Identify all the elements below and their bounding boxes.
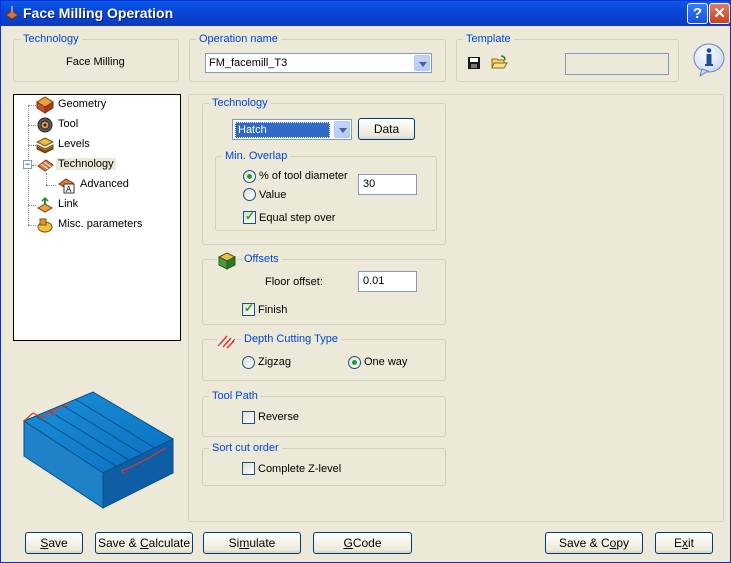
offsets-group: Offsets Floor offset: 0.01 Finish	[202, 251, 446, 325]
tree-label: Advanced	[80, 178, 129, 190]
complete-z-level-checkbox[interactable]	[242, 462, 255, 475]
floor-offset-label: Floor offset:	[265, 276, 323, 288]
data-button[interactable]: Data	[358, 118, 415, 140]
app-icon	[5, 6, 19, 20]
svg-text:A: A	[66, 185, 72, 194]
depth-cutting-type-group: Depth Cutting Type Zigzag One way	[202, 332, 446, 381]
link-icon	[36, 196, 54, 213]
save-button[interactable]: Save	[25, 532, 83, 554]
sort-cut-order-group: Sort cut order Complete Z-level	[202, 441, 446, 486]
offsets-icon	[217, 251, 237, 271]
help-button[interactable]: ?	[687, 3, 708, 24]
technology-icon	[37, 159, 54, 172]
finish-label: Finish	[258, 304, 288, 316]
technology-header-group: Technology Face Milling	[13, 32, 179, 82]
reverse-checkbox[interactable]	[242, 411, 255, 424]
tree-label: Levels	[58, 138, 90, 150]
tool-icon	[37, 117, 53, 133]
simulate-button[interactable]: Simulate	[203, 532, 301, 554]
complete-z-level-label: Complete Z-level	[258, 463, 342, 475]
tree-label: Link	[58, 198, 79, 210]
technology-header-legend: Technology	[20, 32, 82, 46]
open-template-icon[interactable]	[491, 55, 508, 70]
tree-label: Tool	[58, 118, 79, 130]
tool-path-group: Tool Path Reverse	[202, 389, 446, 437]
technology-legend: Technology	[209, 96, 271, 110]
gcode-button[interactable]: GCode	[313, 532, 412, 554]
collapse-toggle[interactable]: −	[23, 160, 32, 169]
percent-tool-diameter-label: % of tool diameter	[259, 170, 348, 182]
chevron-down-icon[interactable]	[414, 55, 430, 71]
close-button[interactable]: ✕	[709, 3, 730, 24]
overlap-value-field[interactable]: 30	[358, 174, 417, 195]
face-milling-preview-image	[22, 391, 175, 509]
zigzag-label: Zigzag	[258, 356, 292, 368]
percent-tool-diameter-radio[interactable]	[243, 170, 256, 183]
equal-step-over-checkbox[interactable]	[243, 209, 256, 224]
misc-parameters-icon	[37, 218, 53, 233]
advanced-icon: A	[58, 178, 75, 194]
one-way-radio[interactable]	[348, 356, 361, 369]
value-radio[interactable]	[243, 188, 256, 201]
operation-name-group: Operation name FM_facemill_T3	[189, 32, 446, 82]
reverse-label: Reverse	[258, 411, 299, 423]
template-name-field	[565, 53, 669, 75]
technology-group: Technology Hatch Data Min. Overlap % of …	[202, 96, 446, 245]
zigzag-radio[interactable]	[242, 356, 255, 369]
one-way-label: One way	[364, 356, 408, 368]
strategy-combo[interactable]: Hatch	[232, 119, 352, 140]
strategy-value: Hatch	[235, 122, 330, 138]
save-and-calculate-button[interactable]: Save & Calculate	[95, 532, 193, 554]
title-bar[interactable]: Face Milling Operation ? ✕	[1, 1, 730, 26]
floor-offset-field[interactable]: 0.01	[358, 271, 417, 292]
navigation-tree: − Geometry Tool Levels Technology A Adva…	[13, 94, 181, 341]
chevron-down-icon[interactable]	[334, 121, 350, 138]
min-overlap-group: Min. Overlap % of tool diameter Value 30…	[215, 149, 437, 231]
depth-cutting-type-legend: Depth Cutting Type	[241, 332, 341, 346]
operation-name-combo[interactable]: FM_facemill_T3	[205, 53, 432, 73]
operation-name-value: FM_facemill_T3	[209, 57, 288, 69]
template-group: Template	[456, 32, 679, 82]
value-label: Value	[259, 189, 287, 201]
geometry-icon	[36, 96, 54, 114]
save-template-icon[interactable]	[467, 56, 481, 70]
save-and-copy-button[interactable]: Save & Copy	[545, 532, 643, 554]
tree-label: Misc. parameters	[58, 218, 143, 230]
depth-cutting-icon	[217, 332, 237, 350]
tool-path-legend: Tool Path	[209, 389, 261, 403]
tree-label: Geometry	[58, 98, 107, 110]
min-overlap-legend: Min. Overlap	[222, 149, 291, 163]
template-legend: Template	[463, 32, 514, 46]
levels-icon	[36, 137, 54, 154]
finish-checkbox[interactable]	[242, 301, 255, 316]
equal-step-over-label: Equal step over	[259, 212, 336, 224]
exit-button[interactable]: Exit	[655, 532, 713, 554]
offsets-legend: Offsets	[241, 252, 282, 266]
window-title: Face Milling Operation	[23, 5, 174, 21]
operation-name-legend: Operation name	[196, 32, 281, 46]
face-milling-dialog: Face Milling Operation ? ✕ Technology Fa…	[0, 0, 731, 563]
sort-cut-order-legend: Sort cut order	[209, 441, 282, 455]
info-icon[interactable]	[692, 42, 726, 78]
tree-label: Technology	[56, 158, 116, 170]
technology-header-value: Face Milling	[66, 56, 125, 68]
